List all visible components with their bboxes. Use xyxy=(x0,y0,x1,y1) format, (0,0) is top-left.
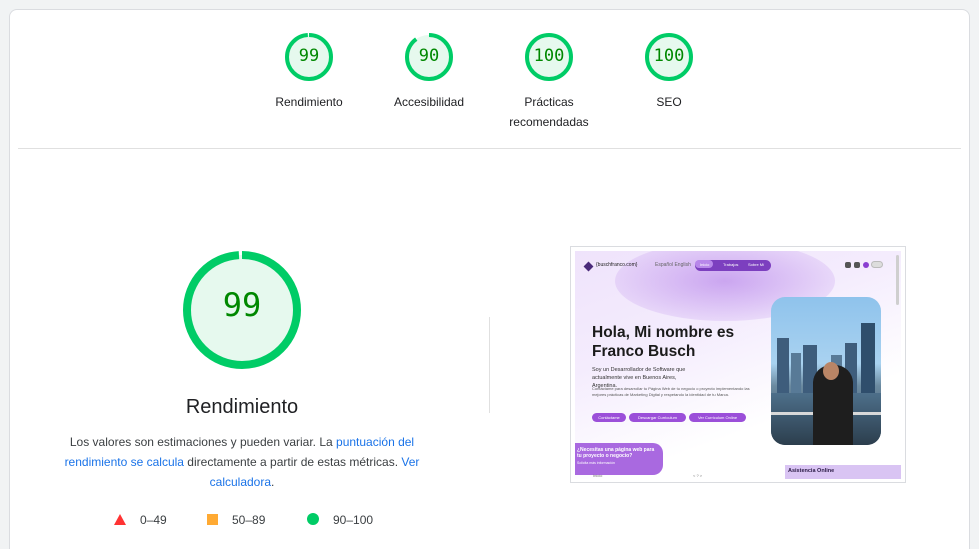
description-text: . xyxy=(271,475,275,489)
building xyxy=(777,338,789,393)
gauge-score: 100 xyxy=(533,46,565,66)
circle-icon xyxy=(307,513,319,525)
performance-title: Rendimiento xyxy=(185,396,299,418)
site-nav: Inicio Trabajos Sobre Mí xyxy=(695,260,771,271)
linkedin-icon xyxy=(845,262,851,268)
theme-toggle xyxy=(871,261,883,268)
gauge-label: SEO xyxy=(656,95,682,109)
legend-range: 90–100 xyxy=(333,513,374,527)
gauge-label: Accesibilidad xyxy=(393,95,465,109)
building xyxy=(791,353,801,393)
github-icon xyxy=(854,262,860,268)
score-legend: 0–49 50–89 90–100 xyxy=(114,510,414,530)
hero-heading: Hola, Mi nombre es Franco Busch xyxy=(592,324,735,360)
contact-button: Contáctame xyxy=(592,413,626,422)
gauge-label: Prácticas recomendadas xyxy=(509,95,589,129)
legend-average: 50–89 xyxy=(207,510,265,530)
square-icon xyxy=(207,514,218,525)
gauge-accessibility[interactable]: 90 Accesibilidad xyxy=(374,32,484,112)
gauge-label: Rendimiento xyxy=(275,95,343,109)
description-text: directamente a partir de estas métricas. xyxy=(183,455,402,469)
nav-item: Inicio xyxy=(700,262,710,267)
gauge-score: 90 xyxy=(418,46,440,66)
performance-gauge: 99 xyxy=(180,248,304,372)
chat-label: Asistencia Online xyxy=(788,468,835,474)
legend-pass: 90–100 xyxy=(307,510,373,530)
performance-score: 99 xyxy=(222,286,262,324)
performance-description: Los valores son estimaciones y pueden va… xyxy=(50,432,434,492)
promo-text: Solicita más información xyxy=(577,461,615,465)
final-screenshot[interactable]: {buschfranco.com} Español English Inicio… xyxy=(570,246,906,483)
language-switcher: Español English xyxy=(655,262,691,268)
category-gauges: 99 Rendimiento 90 Accesibilidad 100 Prác… xyxy=(10,32,969,142)
chat-widget: Asistencia Online xyxy=(785,465,901,479)
scrollbar xyxy=(896,255,899,305)
nav-item: Trabajos xyxy=(723,262,739,267)
promo-text: tu proyecto o negocio? xyxy=(577,453,633,459)
gauge-performance[interactable]: 99 Rendimiento xyxy=(254,32,364,112)
section-divider xyxy=(18,148,961,149)
site-brand: {buschfranco.com} xyxy=(596,262,638,268)
gauge-score: 99 xyxy=(298,46,320,66)
footer-link: Inicio xyxy=(593,473,603,478)
lighthouse-report-card: 99 Rendimiento 90 Accesibilidad 100 Prác… xyxy=(9,9,970,549)
nav-item: Sobre Mí xyxy=(748,262,765,267)
gauge-seo[interactable]: 100 SEO xyxy=(614,32,724,112)
description-text: Los valores son estimaciones y pueden va… xyxy=(69,435,337,449)
legend-range: 0–49 xyxy=(140,513,167,527)
gauge-best-practices[interactable]: 100 Prácticas recomendadas xyxy=(494,32,604,132)
gauge-score: 100 xyxy=(653,46,685,66)
person-head xyxy=(823,362,839,380)
footer-link: < ? > xyxy=(693,473,703,478)
hero-buttons: Contáctame Descargar Curriculum Ver Curr… xyxy=(592,413,792,422)
legend-fail: 0–49 xyxy=(114,510,167,530)
triangle-icon xyxy=(114,514,126,525)
hero-paragraph: Contáctame para desarrollar tu Página We… xyxy=(592,386,750,397)
building xyxy=(861,323,875,393)
brand-logo-icon xyxy=(583,261,594,272)
website-preview: {buschfranco.com} Español English Inicio… xyxy=(575,251,901,479)
view-cv-button: Ver Curriculum Online xyxy=(689,413,746,422)
avatar-icon xyxy=(863,262,869,268)
download-cv-button: Descargar Curriculum xyxy=(629,413,686,422)
vertical-divider xyxy=(489,317,490,413)
promo-banner: ¿Necesitas una página web para tu proyec… xyxy=(575,443,663,475)
legend-range: 50–89 xyxy=(232,513,266,527)
profile-photo xyxy=(771,297,881,445)
